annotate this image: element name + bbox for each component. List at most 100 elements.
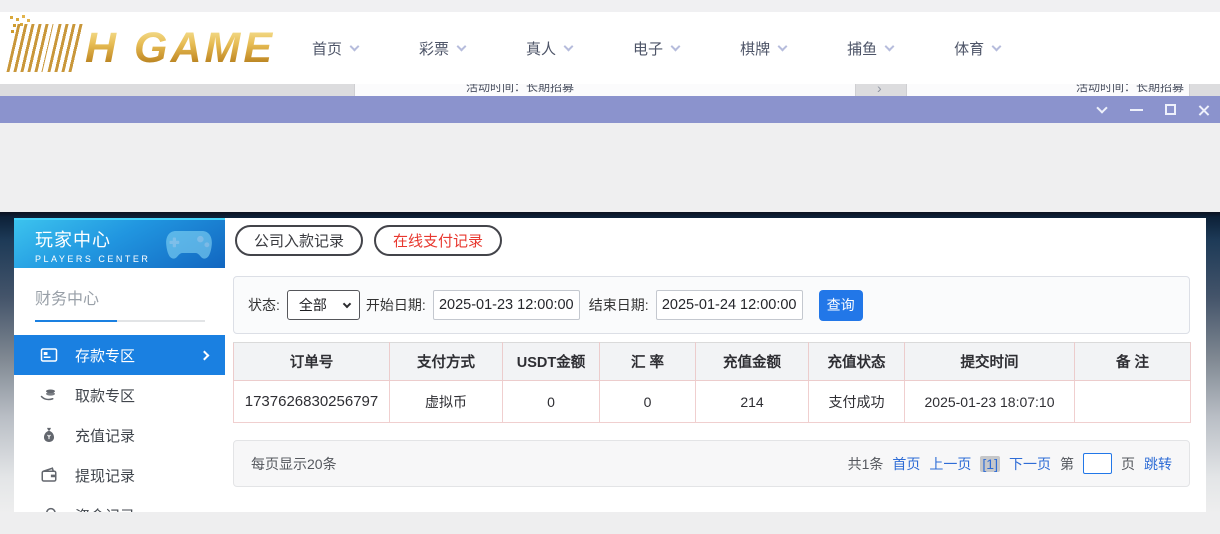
brand-logo[interactable]: H GAME	[6, 16, 275, 78]
nav-item-label: 棋牌	[740, 40, 771, 58]
first-page-link[interactable]: 首页	[892, 454, 920, 474]
cell: 1737626830256797	[233, 380, 390, 423]
start-date-label: 开始日期:	[365, 297, 426, 313]
sidebar-banner: 玩家中心 PLAYERS CENTER	[14, 218, 225, 268]
cell: 0	[599, 380, 696, 423]
end-date-input[interactable]	[655, 290, 803, 320]
sidebar-item-充值记录[interactable]: 充值记录	[14, 415, 225, 455]
sidebar-item-label: 充值记录	[75, 427, 136, 445]
site-header: H GAME 首页 彩票 真人 电子 棋牌 捕鱼 体育	[0, 12, 1220, 84]
background-page-remnant: 活动时间：长期招募 活动时间：长期招募 ›	[0, 84, 1220, 96]
end-date-label: 结束日期:	[588, 297, 649, 313]
start-date-input[interactable]	[432, 290, 580, 320]
sidebar-section-title: 财务中心	[35, 291, 100, 308]
carousel-next-icon[interactable]: ›	[877, 84, 882, 96]
status-select-value: 全部	[298, 297, 327, 313]
column-header: 订单号	[233, 342, 390, 381]
nav-item-2[interactable]: 彩票	[419, 38, 467, 59]
deposit-records-table: 订单号 支付方式 USDT金额汇 率充值金额 充值状态 提交时间备 注 17376268…	[233, 342, 1191, 423]
jump-link[interactable]: 跳转	[1144, 454, 1172, 474]
chevron-down-icon	[670, 41, 681, 51]
total-count-text: 共1条	[847, 455, 884, 472]
top-strip	[0, 0, 1220, 12]
chevron-down-icon	[342, 299, 352, 308]
nav-item-label: 电子	[633, 40, 664, 58]
logo-striped-h-icon	[47, 24, 86, 72]
sidebar-item-存款专区[interactable]: 存款专区	[14, 335, 225, 375]
minimize-button[interactable]	[1129, 103, 1143, 117]
main-nav: 首页 彩票 真人 电子 棋牌 捕鱼 体育	[312, 12, 1002, 84]
nav-item-5[interactable]: 棋牌	[740, 38, 788, 59]
nav-item-label: 彩票	[419, 40, 450, 58]
nav-item-3[interactable]: 真人	[526, 38, 574, 59]
table-header: 订单号 支付方式 USDT金额汇 率充值金额 充值状态 提交时间备 注	[233, 342, 1191, 381]
column-header: 充值状态	[808, 342, 905, 381]
column-header: USDT金额	[502, 342, 600, 381]
tab-online-payment-records[interactable]: 在线支付记录	[374, 225, 503, 256]
cell: 2025-01-23 18:07:10	[904, 380, 1075, 423]
chevron-right-icon	[199, 350, 210, 360]
withdraw-hand-icon	[40, 386, 58, 404]
cell: 214	[695, 380, 809, 423]
table-body: 1737626830256797 虚拟币 0 0 214 支付成功 2025-01-23 1…	[233, 380, 1191, 423]
nav-item-label: 捕鱼	[847, 40, 878, 58]
nav-item-7[interactable]: 体育	[954, 38, 1002, 59]
cell: 支付成功	[808, 380, 905, 423]
maximize-icon	[1164, 104, 1176, 115]
activity-time-text: 活动时间：长期招募	[466, 84, 575, 94]
page-label-before: 第	[1060, 455, 1074, 472]
close-button[interactable]	[1197, 103, 1211, 117]
sidebar-divider	[35, 320, 205, 322]
sidebar-item-提现记录[interactable]: 提现记录	[14, 455, 225, 495]
activity-time-text: 活动时间：长期招募	[1076, 84, 1185, 94]
page-label-after: 页	[1121, 455, 1135, 472]
close-icon	[1198, 104, 1210, 116]
bottom-strip	[0, 512, 1220, 534]
nav-item-label: 体育	[954, 40, 985, 58]
main-content: 公司入款记录 在线支付记录 状态: 全部 开始日期: 结束日期: 查询	[233, 218, 1191, 512]
table-row: 1737626830256797 虚拟币 0 0 214 支付成功 2025-01-23 1…	[233, 380, 1191, 423]
money-bag-icon	[40, 426, 58, 444]
record-tabs: 公司入款记录 在线支付记录	[235, 225, 503, 256]
logo-dots-decoration	[10, 16, 13, 19]
gamepad-icon	[166, 231, 212, 259]
nav-item-label: 真人	[526, 40, 557, 58]
next-page-link[interactable]: 下一页	[1009, 454, 1051, 474]
sidebar-item-取款专区[interactable]: 取款专区	[14, 375, 225, 415]
nav-item-1[interactable]: 首页	[312, 38, 360, 59]
chevron-down-icon	[349, 41, 360, 51]
deposit-card-icon	[40, 346, 58, 364]
window-titlebar	[0, 96, 1220, 123]
nav-item-6[interactable]: 捕鱼	[847, 38, 895, 59]
pagination-bar: 每页显示20条 共1条 首页 上一页 [1] 下一页 第 页 跳转	[233, 440, 1190, 487]
maximize-button[interactable]	[1163, 103, 1177, 117]
sidebar-item-label: 存款专区	[75, 347, 136, 365]
current-page-indicator[interactable]: [1]	[980, 455, 1000, 472]
collapse-button[interactable]	[1095, 101, 1109, 117]
cell: 0	[502, 380, 600, 423]
sidebar-item-label: 提现记录	[75, 467, 136, 485]
cell	[1074, 380, 1191, 423]
chevron-down-icon	[991, 41, 1002, 51]
content-gap	[0, 123, 1220, 212]
chevron-down-icon	[456, 41, 467, 51]
cell: 虚拟币	[389, 380, 503, 423]
status-select[interactable]: 全部	[286, 290, 360, 320]
per-page-text: 每页显示20条	[251, 455, 337, 472]
window-controls	[1095, 96, 1211, 123]
minimize-icon	[1129, 108, 1143, 111]
nav-item-4[interactable]: 电子	[633, 38, 681, 59]
search-button[interactable]: 查询	[818, 289, 863, 321]
table-header-row: 订单号 支付方式 USDT金额汇 率充值金额 充值状态 提交时间备 注	[233, 342, 1191, 381]
page-number-input[interactable]	[1083, 453, 1112, 474]
pagination-controls: 共1条 首页 上一页 [1] 下一页 第 页 跳转	[848, 453, 1172, 474]
logo-striped-h-icon	[6, 24, 54, 72]
column-header: 提交时间	[904, 342, 1075, 381]
prev-page-link[interactable]: 上一页	[929, 454, 971, 474]
chevron-down-icon	[1096, 101, 1108, 114]
column-header: 充值金额	[695, 342, 809, 381]
nav-item-label: 首页	[312, 40, 343, 58]
background-card	[354, 84, 856, 96]
tab-company-deposit-records[interactable]: 公司入款记录	[235, 225, 364, 256]
status-label: 状态:	[248, 297, 280, 313]
